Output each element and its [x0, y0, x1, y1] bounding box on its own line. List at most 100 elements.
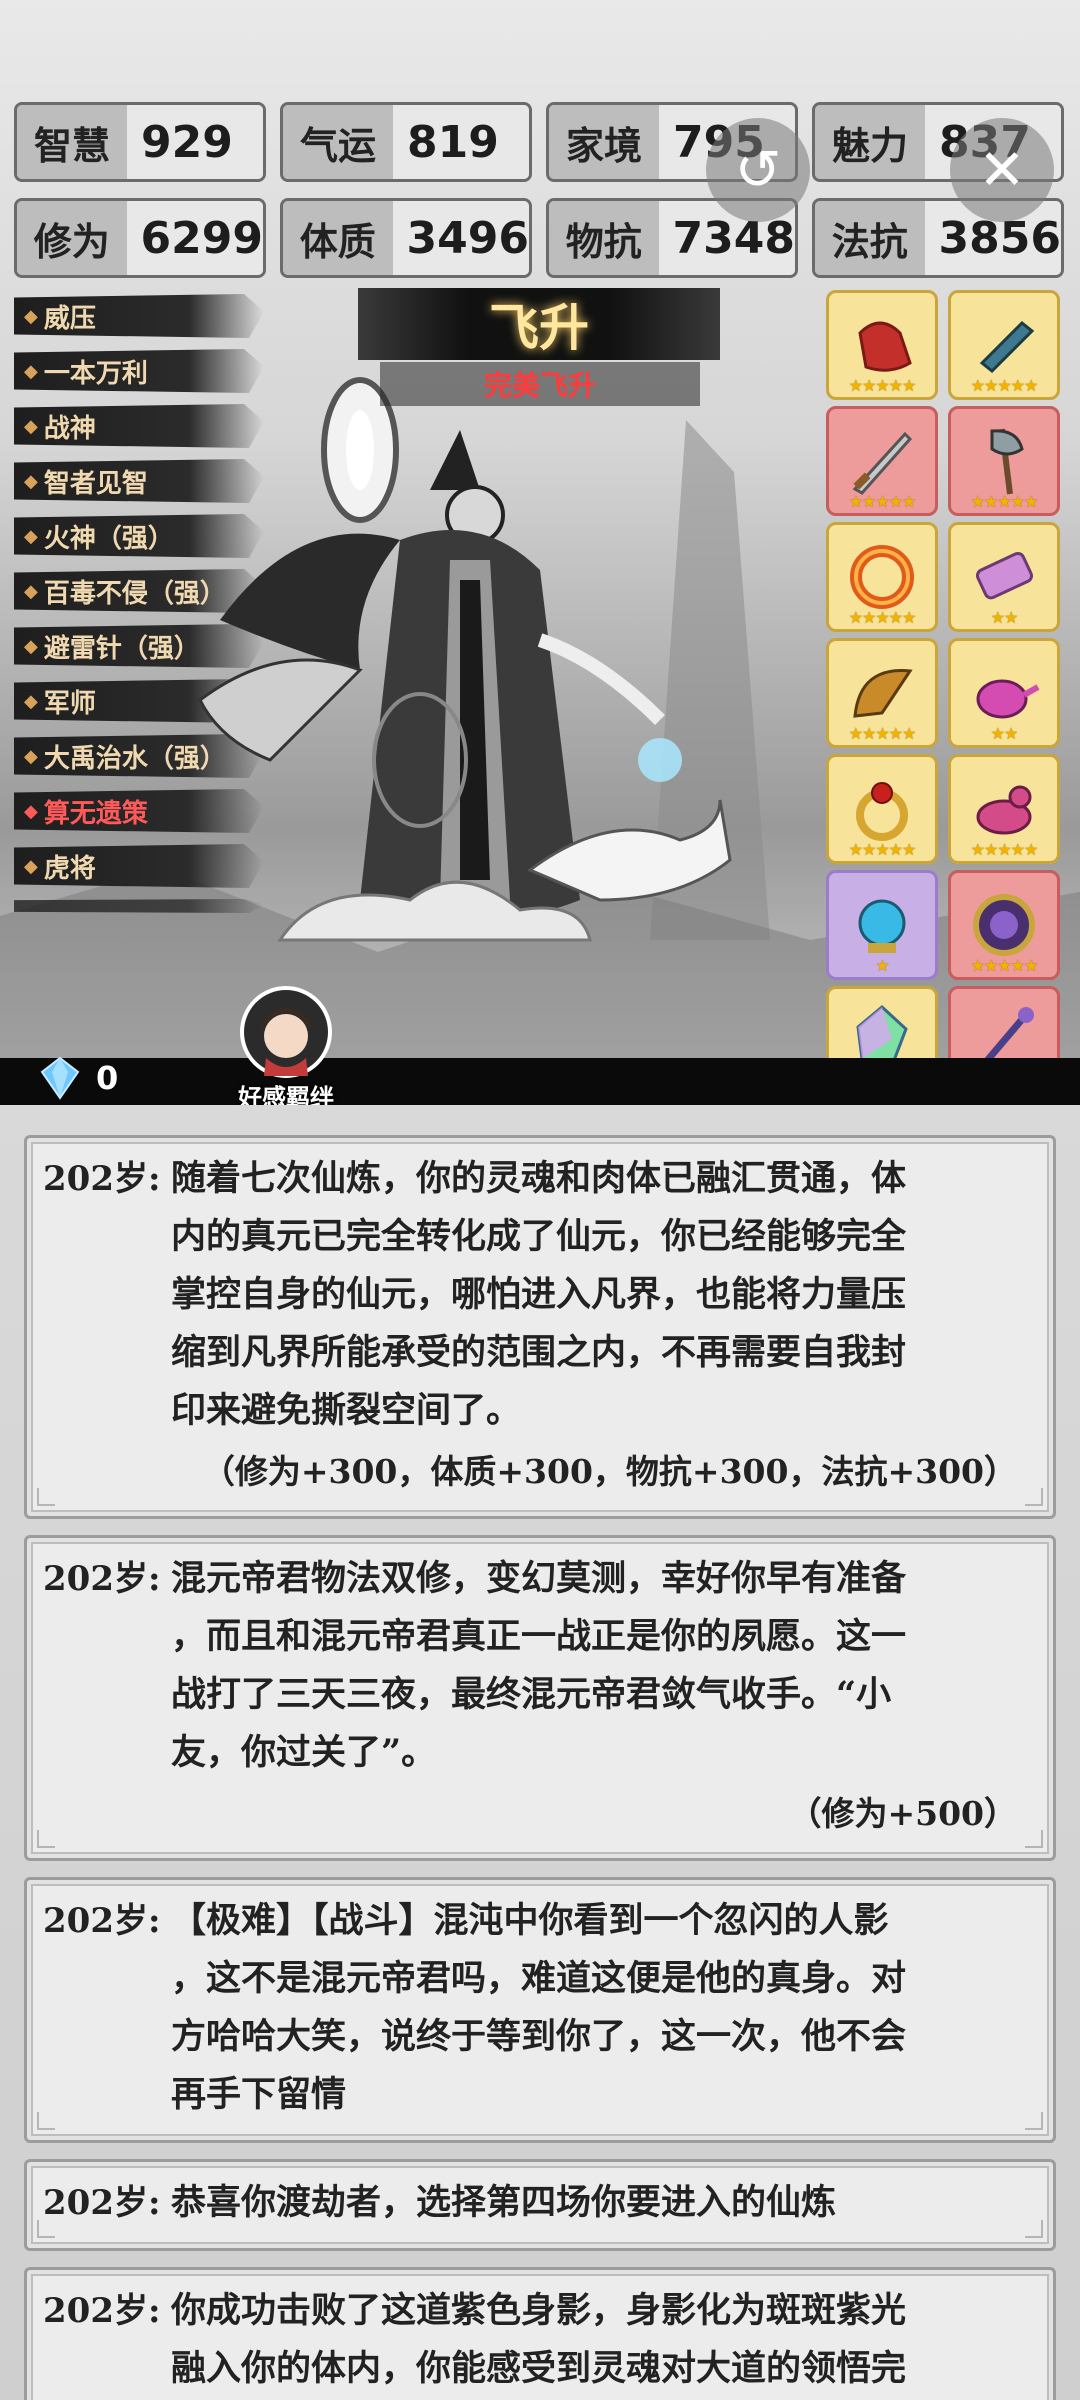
- duck-icon: [976, 785, 1032, 835]
- talent-label: 威压: [43, 303, 96, 334]
- diamond-icon: ◆: [24, 690, 38, 712]
- stat-label: 家境: [549, 105, 659, 179]
- rarity-stars: ★★★★★: [848, 840, 917, 859]
- talent-label: 算无遗策: [43, 798, 148, 829]
- immortal-character-art: [198, 377, 732, 942]
- close-button[interactable]: ✕: [950, 118, 1054, 222]
- corner-ornament: [1025, 1830, 1043, 1848]
- rarity-stars: ★★★★★: [848, 376, 917, 395]
- diamond-icon: ◆: [24, 360, 38, 382]
- log-line: 印来避免撕裂空间了。: [171, 1390, 522, 1431]
- stat-label: 智慧: [17, 105, 127, 179]
- stat-wisdom: 智慧 929: [14, 102, 266, 182]
- corner-ornament: [37, 1830, 55, 1848]
- corner-ornament: [37, 2112, 55, 2130]
- equipment-slot[interactable]: ★★★★★: [826, 290, 938, 400]
- affinity-button[interactable]: 好感羁绊: [234, 984, 338, 1105]
- rarity-stars: ★★: [990, 608, 1019, 627]
- log-line: 方哈哈大笑，说终于等到你了，这一次，他不会: [171, 2016, 907, 2057]
- log-text: 随着七次仙炼，你的灵魂和肉体已融汇贯通，体 内的真元已完全转化成了仙元，你已经能够…: [171, 1150, 906, 1440]
- stat-label: 魅力: [815, 105, 925, 179]
- stat-label: 气运: [283, 105, 393, 179]
- equipment-slot[interactable]: ★★: [948, 522, 1060, 632]
- log-line: 内的真元已完全转化成了仙元，你已经能够完全: [171, 1216, 907, 1257]
- back-button[interactable]: ↺: [706, 118, 810, 222]
- equipment-slot[interactable]: ★★★★★: [948, 870, 1060, 980]
- equipment-slot[interactable]: ★★★★★: [826, 522, 938, 632]
- stat-label: 法抗: [815, 201, 925, 275]
- talent-item[interactable]: ◆ 威压: [14, 294, 264, 338]
- log-text: 恭喜你渡劫者，选择第四场你要进入的仙炼: [171, 2174, 836, 2232]
- diamond-icon: ◆: [24, 305, 38, 327]
- scroll-icon: [975, 551, 1034, 600]
- diamond-icon: ◆: [24, 525, 38, 547]
- talent-label: 战神: [43, 413, 96, 444]
- log-line: 随着七次仙炼，你的灵魂和肉体已融汇贯通，体: [171, 1158, 907, 1199]
- equipment-slot[interactable]: ★★★★★: [826, 754, 938, 864]
- diamond-icon: ◆: [24, 800, 38, 822]
- diamond-icon: ◆: [24, 415, 38, 437]
- log-line: 【极难】【战斗】混沌中你看到一个忽闪的人影: [171, 1900, 889, 1941]
- equipment-slot[interactable]: ★: [826, 870, 938, 980]
- log-age: 202岁:: [43, 2183, 161, 2223]
- equipment-slot[interactable]: ★★★★★: [948, 754, 1060, 864]
- ascension-subtitle: 完美飞升: [380, 362, 700, 406]
- log-line: 融入你的体内，你能感受到灵魂对大道的领悟完: [171, 2348, 907, 2389]
- stat-label: 物抗: [549, 201, 659, 275]
- log-age: 202岁:: [43, 1559, 161, 1599]
- rarity-stars: ★★★★★: [970, 492, 1039, 511]
- log-entry: 202岁: 随着七次仙炼，你的灵魂和肉体已融汇贯通，体 内的真元已完全转化成了仙元，…: [24, 1135, 1056, 1519]
- log-line: 友，你过关了”。: [171, 1732, 437, 1773]
- equipment-slot[interactable]: ★★★★★: [948, 406, 1060, 516]
- back-icon: ↺: [734, 137, 782, 203]
- rarity-stars: ★★★★★: [970, 956, 1039, 975]
- stat-value: 819: [393, 105, 529, 179]
- diamond-icon: ◆: [24, 745, 38, 767]
- rarity-stars: ★★★★★: [848, 608, 917, 627]
- log-line: 再手下留情: [171, 2074, 347, 2115]
- ascension-title: 飞升: [358, 288, 720, 360]
- close-icon: ✕: [978, 137, 1026, 203]
- axe-icon: [990, 428, 1024, 495]
- log-age: 202岁:: [43, 1159, 161, 1199]
- talent-label: 火神（强）: [43, 523, 174, 554]
- bottom-bar: [0, 1058, 1080, 1105]
- crystal-gem-icon: [40, 1056, 80, 1100]
- corner-ornament: [1025, 1488, 1043, 1506]
- red-boots-icon: [858, 321, 912, 372]
- blade-icon: [979, 320, 1035, 374]
- log-line: 掌控自身的仙元，哪怕进入凡界，也能将力量压: [171, 1274, 907, 1315]
- rarity-stars: ★★: [990, 724, 1019, 743]
- log-line: 你成功击败了这道紫色身影，身影化为斑斑紫光: [171, 2290, 907, 2331]
- log-line: 恭喜你渡劫者，选择第四场你要进入的仙炼: [171, 2182, 837, 2223]
- equipment-grid: ★★★★★ ★★★★★ ★★★★★ ★★★★★ ★★★★★ ★★ ★★★★★ ★★ ★★★★★ ★…: [826, 290, 1066, 1096]
- fire-ring-icon: [850, 545, 914, 609]
- log-line: ，这不是混元帝君吗，难道这便是他的真身。对: [171, 1958, 907, 1999]
- stat-label: 修为: [17, 201, 127, 275]
- log-line: 缩到凡界所能承受的范围之内，不再需要自我封: [171, 1332, 907, 1373]
- talent-label: 一本万利: [43, 358, 148, 389]
- stat-value: 3496: [392, 201, 529, 275]
- diamond-icon: ◆: [24, 580, 38, 602]
- rarity-stars: ★★★★★: [970, 376, 1039, 395]
- log-line: 混元帝君物法双修，变幻莫测，幸好你早有准备: [171, 1558, 907, 1599]
- orb-icon: [858, 899, 906, 953]
- equipment-slot[interactable]: ★★: [948, 638, 1060, 748]
- sword-icon: [852, 431, 913, 495]
- rarity-stars: ★: [875, 956, 889, 975]
- diamond-icon: ◆: [24, 470, 38, 492]
- game-scene: 智慧929 气运819 家境795 魅力837 修为6299 体质3496 物抗…: [0, 0, 1080, 1105]
- corner-ornament: [37, 1488, 55, 1506]
- log-age: 202岁:: [43, 1901, 161, 1941]
- equipment-slot[interactable]: ★★★★★: [826, 638, 938, 748]
- stat-label: 体质: [283, 201, 393, 275]
- corner-ornament: [1025, 2112, 1043, 2130]
- event-log[interactable]: 202岁: 随着七次仙炼，你的灵魂和肉体已融汇贯通，体 内的真元已完全转化成了仙元，…: [0, 1105, 1080, 2400]
- log-text: 混元帝君物法双修，变幻莫测，幸好你早有准备 ，而且和混元帝君真正一战正是你的夙愿。…: [171, 1550, 906, 1782]
- equipment-slot[interactable]: ★★★★★: [948, 290, 1060, 400]
- equipment-slot[interactable]: ★★★★★: [826, 406, 938, 516]
- log-line: ，而且和混元帝君真正一战正是你的夙愿。这一: [171, 1616, 907, 1657]
- stat-luck: 气运 819: [280, 102, 532, 182]
- gem-counter[interactable]: 0: [38, 1056, 118, 1100]
- talent-label: 智者见智: [43, 468, 148, 499]
